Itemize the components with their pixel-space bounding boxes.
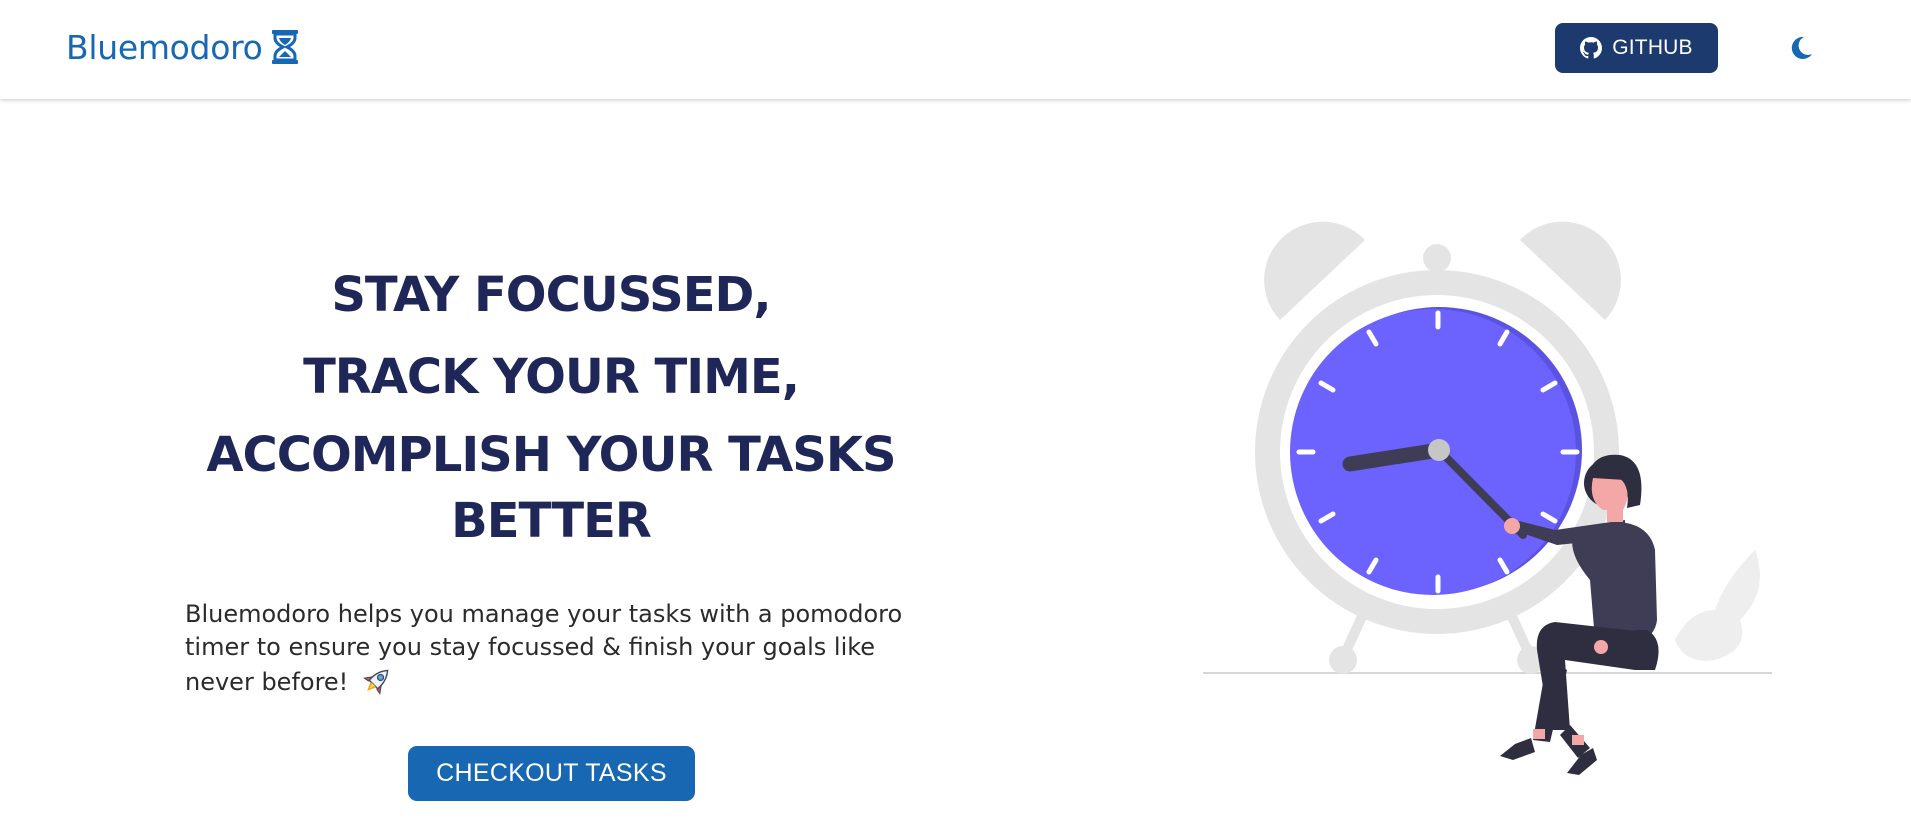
moon-icon [1791,36,1812,59]
hero-heading-line-3: ACCOMPLISH YOUR TASKS BETTER [206,427,896,549]
hero-heading-line-2: TRACK YOUR TIME, [303,349,800,405]
hero-heading: STAY FOCUSSED, TRACK YOUR TIME, ACCOMPLI… [180,258,922,554]
github-button[interactable]: GITHUB [1555,23,1718,73]
hourglass-icon [271,30,298,64]
rocket-icon [362,669,389,696]
hero-description-text: Bluemodoro helps you manage your tasks w… [185,600,903,696]
github-icon [1580,37,1603,59]
brand-name: Bluemodoro [66,27,263,67]
github-label: GITHUB [1612,36,1693,59]
hero-description: Bluemodoro helps you manage your tasks w… [185,598,905,699]
brand-logo[interactable]: Bluemodoro [66,24,299,70]
theme-toggle-button[interactable] [1784,31,1818,65]
alarm-clock-woman-illustration [1203,221,1772,775]
hero-heading-line-1: STAY FOCUSSED, [331,267,771,323]
checkout-tasks-button[interactable]: CHECKOUT TASKS [408,746,695,801]
navbar: Bluemodoro GITHUB [0,0,1911,99]
